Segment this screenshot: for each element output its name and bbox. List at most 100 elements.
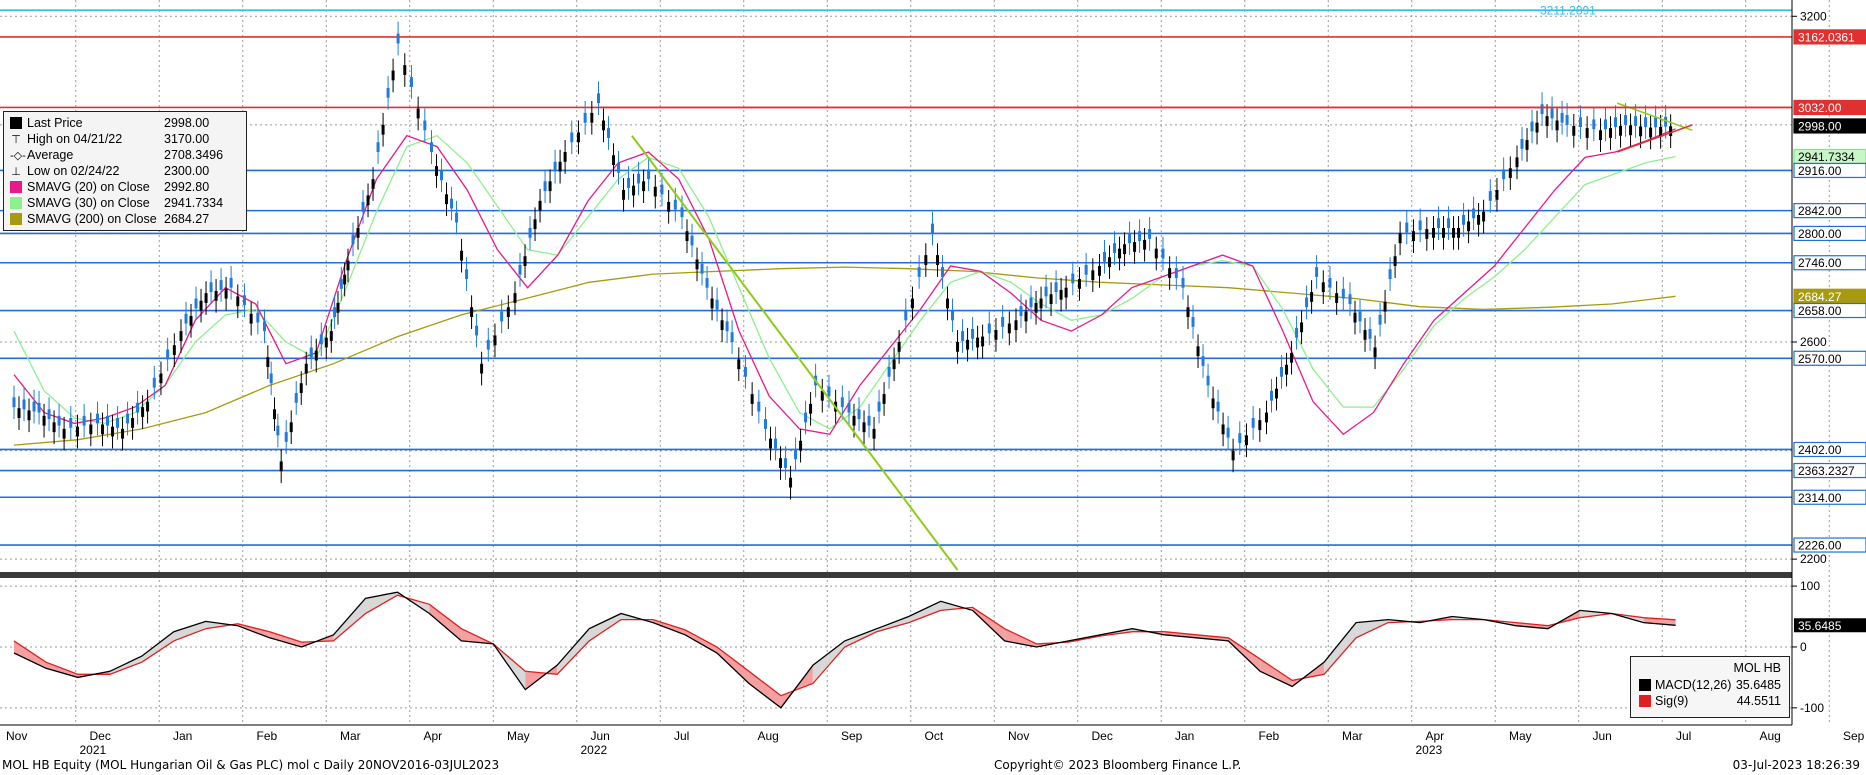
candle-body [1418,220,1422,231]
candle-body [1495,190,1499,200]
candle-body [695,259,699,270]
candle-body [1161,248,1165,259]
candle-body [720,320,724,331]
candle-body [1425,229,1429,239]
candle-body [667,201,671,212]
candle-body [47,409,51,420]
candle-body [757,401,761,412]
candle-body [376,142,380,152]
candle-body [229,277,233,288]
candle-body [465,269,469,280]
candle-body [1007,323,1011,334]
candle-body [1619,125,1623,136]
month-label: Jun [591,729,610,743]
legend-row-sma30: SMAVG (30) on Close 2941.7334 [8,195,242,211]
candle-body [897,342,901,352]
candle-body [1123,244,1127,255]
candle-body [1649,127,1653,138]
macd-line [13,591,1676,709]
candle-body [366,195,370,206]
footer-security: MOL HB Equity (MOL Hungarian Oil & Gas P… [2,758,500,772]
legend-label: Low on 02/24/22 [27,164,120,178]
price-candles [12,21,1673,500]
candle-body [1231,450,1235,461]
candle-body [852,415,856,426]
candle-body [294,393,298,403]
candle-body [1654,117,1658,128]
candle-body [1315,267,1319,277]
sma30-line [13,134,1676,430]
macd-swatch [1639,679,1651,691]
candle-body [1467,221,1471,232]
candle-body [1535,122,1539,133]
candle-body [152,377,156,388]
candle-body [209,282,213,293]
candle-body [1054,282,1058,293]
candle-body [256,312,260,323]
candle-body [590,112,594,123]
candle-body [1624,115,1628,125]
axes: 3200 2600 2200 100 0 -100 Nov Dec Jan Feb Mar Apr Ma… [0,0,1865,757]
legend-value: 2708.3496 [164,148,224,162]
candle-body [994,330,998,340]
price-tick-label: 3200 [1800,9,1827,23]
candle-body [299,383,303,394]
candle-body [966,339,970,350]
pane-divider-bar [0,572,1792,578]
legend-value: 3170.00 [164,132,210,146]
candle-body [1604,119,1608,130]
candle-body [486,339,490,350]
legend-label: Last Price [27,116,83,130]
candle-body [1238,433,1242,443]
candle-body [917,267,921,277]
candle-body [877,401,881,412]
level-label: 2998.00 [1798,119,1842,133]
candle-body [1472,208,1476,219]
candle-body [563,152,567,162]
candle-body [553,161,557,172]
candle-body [941,267,945,277]
candle-body [1071,273,1075,284]
candle-body [460,250,464,261]
candle-body [1363,330,1367,340]
candle-body [1143,239,1147,250]
candle-body [455,212,459,223]
candle-body [1378,314,1382,325]
candle-body [224,288,228,299]
candle-body [1138,231,1142,242]
macd-legend-row: MACD(12,26) 35.6485 [1631,677,1789,693]
candle-body [204,293,208,303]
macd-legend: MOL HB MACD(12,26) 35.6485 Sig(9) 44.551… [1630,656,1790,718]
legend-value: 2998.00 [164,116,210,130]
triangle-lower-line [1616,124,1693,153]
macd-fill [429,604,462,641]
candle-body [62,428,66,439]
pane-divider[interactable] [0,572,1792,578]
candle-body [904,310,908,321]
candle-body [219,280,223,290]
candle-body [89,424,93,435]
candle-body [493,335,497,346]
candle-body [57,415,61,426]
month-label: Nov [1008,729,1029,743]
candle-body [1216,401,1220,412]
candle-body [1555,120,1559,131]
candle-body [1629,125,1633,136]
level-label: 3032.00 [1798,101,1842,115]
candle-body [1348,294,1352,304]
signal-label: Sig(9) [1655,694,1689,708]
candle-body [1059,289,1063,300]
candle-body [116,418,120,428]
candle-body [284,432,288,442]
candle-body [637,173,641,184]
macd-tick-label: 100 [1800,579,1820,593]
candle-body [179,331,183,341]
candle-body [1064,287,1068,298]
year-label: 2023 [1416,743,1443,757]
candle-body [924,255,928,265]
candle-body [794,449,798,460]
candle-body [339,279,343,289]
month-label: Dec [1092,729,1113,743]
candle-body [1437,218,1441,228]
candle-body [194,298,198,309]
